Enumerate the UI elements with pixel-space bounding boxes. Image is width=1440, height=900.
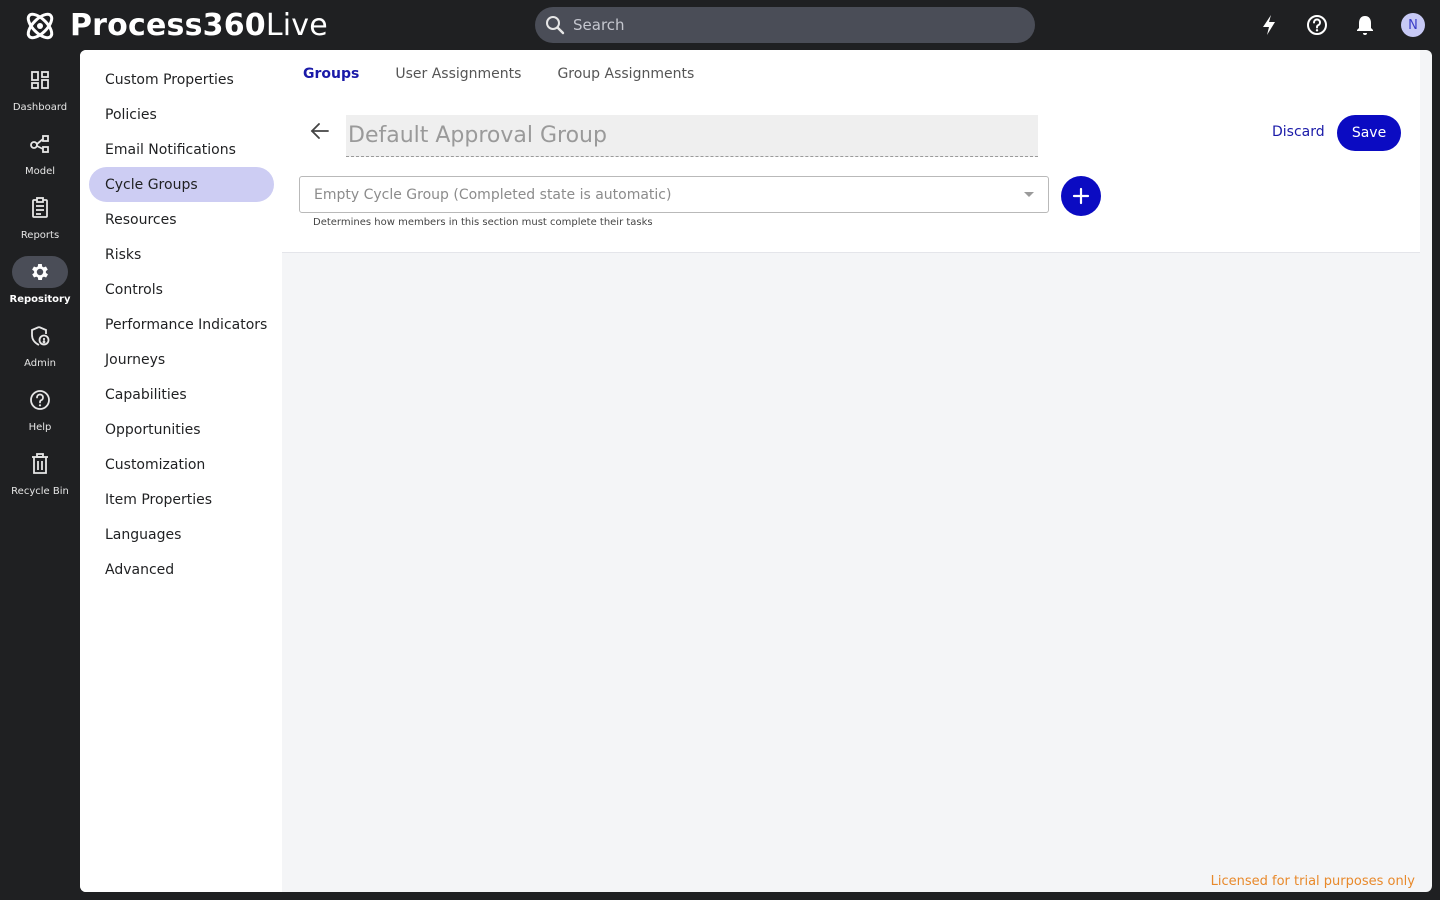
top-actions: N [1234, 12, 1426, 38]
tab-groups[interactable]: Groups [303, 66, 359, 82]
group-editor-card: Groups User Assignments Group Assignment… [282, 50, 1420, 253]
subnav-item-advanced[interactable]: Advanced [89, 552, 274, 587]
discard-button[interactable]: Discard [1272, 124, 1325, 140]
subnav-item-controls[interactable]: Controls [89, 272, 274, 307]
top-bar: Process360Live N [0, 0, 1440, 50]
back-arrow-icon[interactable] [309, 120, 331, 142]
model-icon [12, 128, 68, 160]
main-nav-rail: Dashboard Model Reports Repository Admin… [0, 50, 80, 900]
rail-label: Admin [24, 358, 56, 369]
rail-item-recycle-bin[interactable]: Recycle Bin [0, 448, 80, 508]
search-bar[interactable] [535, 7, 1035, 43]
trash-icon [12, 448, 68, 480]
lightning-icon[interactable] [1256, 12, 1282, 38]
tab-bar: Groups User Assignments Group Assignment… [303, 66, 730, 82]
brand-name: Process360Live [70, 8, 328, 43]
subnav-item-policies[interactable]: Policies [89, 97, 274, 132]
subnav-item-cycle-groups[interactable]: Cycle Groups [89, 167, 274, 202]
rail-item-reports[interactable]: Reports [0, 192, 80, 252]
plus-icon [1072, 187, 1090, 205]
save-button[interactable]: Save [1337, 115, 1401, 151]
rail-item-repository[interactable]: Repository [0, 256, 80, 316]
rail-label: Recycle Bin [11, 486, 69, 497]
subnav-item-custom-properties[interactable]: Custom Properties [89, 62, 274, 97]
subnav-item-customization[interactable]: Customization [89, 447, 274, 482]
rail-item-model[interactable]: Model [0, 128, 80, 188]
license-notice: Licensed for trial purposes only [1210, 874, 1415, 889]
avatar-initial: N [1401, 13, 1425, 37]
rail-item-help[interactable]: Help [0, 384, 80, 444]
add-button[interactable] [1061, 176, 1101, 216]
search-icon [546, 16, 565, 35]
select-value: Empty Cycle Group (Completed state is au… [314, 186, 672, 203]
rail-item-dashboard[interactable]: Dashboard [0, 64, 80, 124]
subnav-item-risks[interactable]: Risks [89, 237, 274, 272]
admin-shield-icon [12, 320, 68, 352]
rail-label: Reports [20, 230, 60, 241]
caret-down-icon [1024, 192, 1034, 197]
dashboard-icon [12, 64, 68, 96]
select-hint: Determines how members in this section m… [313, 217, 653, 228]
subnav-item-capabilities[interactable]: Capabilities [89, 377, 274, 412]
subnav-item-languages[interactable]: Languages [89, 517, 274, 552]
search-input[interactable] [573, 16, 1013, 34]
help-icon [12, 384, 68, 416]
rail-label: Model [24, 166, 56, 177]
rail-label: Help [28, 422, 52, 433]
subnav-item-item-properties[interactable]: Item Properties [89, 482, 274, 517]
user-avatar[interactable]: N [1400, 12, 1426, 38]
subnav-item-resources[interactable]: Resources [89, 202, 274, 237]
subnav-item-journeys[interactable]: Journeys [89, 342, 274, 377]
logo-icon [26, 12, 54, 40]
group-name-field[interactable] [346, 115, 1038, 157]
help-icon[interactable] [1304, 12, 1330, 38]
tab-group-assignments[interactable]: Group Assignments [557, 66, 694, 82]
rail-label: Dashboard [12, 102, 68, 113]
repository-subnav: Custom Properties Policies Email Notific… [80, 50, 282, 892]
rail-item-admin[interactable]: Admin [0, 320, 80, 380]
group-name-input[interactable] [348, 123, 1028, 148]
tab-user-assignments[interactable]: User Assignments [395, 66, 521, 82]
main-panel: Custom Properties Policies Email Notific… [80, 50, 1432, 892]
subnav-item-opportunities[interactable]: Opportunities [89, 412, 274, 447]
cycle-group-type-select[interactable]: Empty Cycle Group (Completed state is au… [299, 176, 1049, 213]
rail-label: Repository [9, 294, 71, 305]
reports-icon [12, 192, 68, 224]
subnav-item-performance-indicators[interactable]: Performance Indicators [89, 307, 274, 342]
gear-icon [12, 256, 68, 288]
brand-logo[interactable]: Process360Live [22, 8, 328, 44]
subnav-item-email-notifications[interactable]: Email Notifications [89, 132, 274, 167]
bell-icon[interactable] [1352, 12, 1378, 38]
